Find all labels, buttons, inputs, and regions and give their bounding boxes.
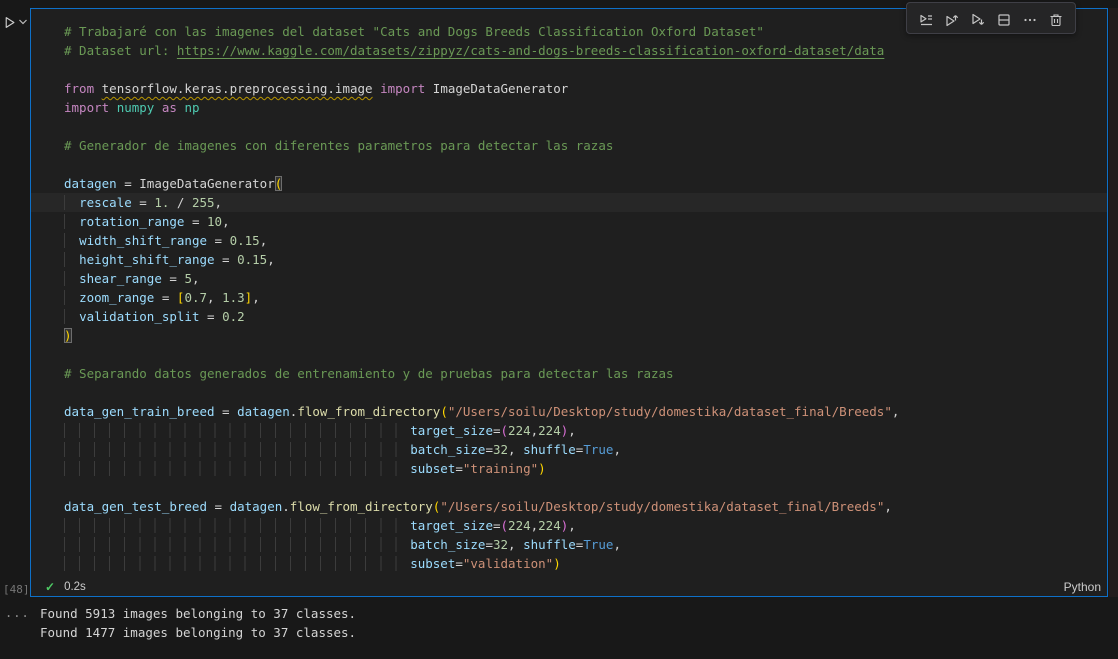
code-line[interactable]: target_size=(224,224), xyxy=(31,421,1107,440)
code-line[interactable] xyxy=(31,345,1107,364)
code-line[interactable]: subset="validation") xyxy=(31,554,1107,573)
code-line[interactable]: rotation_range = 10, xyxy=(31,212,1107,231)
output-collapse-button[interactable]: ... xyxy=(5,606,30,620)
code-line[interactable]: batch_size=32, shuffle=True, xyxy=(31,535,1107,554)
code-line[interactable]: subset="training") xyxy=(31,459,1107,478)
code-line[interactable]: validation_split = 0.2 xyxy=(31,307,1107,326)
output-lines: Found 5913 images belonging to 37 classe… xyxy=(40,604,356,642)
notebook-editor: # Trabajaré con las imagenes del dataset… xyxy=(0,0,1118,659)
output-line: Found 5913 images belonging to 37 classe… xyxy=(40,604,356,623)
cell-status-bar: ✓ 0.2s Python xyxy=(31,578,1107,596)
code-line[interactable]: # Dataset url: https://www.kaggle.com/da… xyxy=(31,41,1107,60)
code-lines: # Trabajaré con las imagenes del dataset… xyxy=(31,22,1107,573)
execution-duration: 0.2s xyxy=(64,581,86,593)
check-icon: ✓ xyxy=(45,580,55,594)
output-line: Found 1477 images belonging to 37 classe… xyxy=(40,623,356,642)
execution-count: [48] xyxy=(3,583,30,596)
scrollbar[interactable] xyxy=(1109,8,1118,597)
code-line[interactable]: data_gen_test_breed = datagen.flow_from_… xyxy=(31,497,1107,516)
code-line[interactable]: from tensorflow.keras.preprocessing.imag… xyxy=(31,79,1107,98)
code-line[interactable]: import numpy as np xyxy=(31,98,1107,117)
code-line[interactable]: width_shift_range = 0.15, xyxy=(31,231,1107,250)
code-line[interactable]: # Trabajaré con las imagenes del dataset… xyxy=(31,22,1107,41)
code-line[interactable] xyxy=(31,60,1107,79)
code-line[interactable]: rescale = 1. / 255, xyxy=(31,193,1107,212)
code-line[interactable]: # Separando datos generados de entrenami… xyxy=(31,364,1107,383)
code-line[interactable] xyxy=(31,383,1107,402)
code-line[interactable]: batch_size=32, shuffle=True, xyxy=(31,440,1107,459)
code-line[interactable]: # Generador de imagenes con diferentes p… xyxy=(31,136,1107,155)
code-line[interactable]: shear_range = 5, xyxy=(31,269,1107,288)
chevron-down-icon[interactable] xyxy=(18,17,28,27)
code-line[interactable]: target_size=(224,224), xyxy=(31,516,1107,535)
run-cell-play-icon xyxy=(2,15,17,30)
code-line[interactable] xyxy=(31,117,1107,136)
code-line[interactable]: ) xyxy=(31,326,1107,345)
notebook-cell: # Trabajaré con las imagenes del dataset… xyxy=(30,8,1108,597)
code-line[interactable]: height_shift_range = 0.15, xyxy=(31,250,1107,269)
code-editor[interactable]: # Trabajaré con las imagenes del dataset… xyxy=(31,9,1107,578)
language-picker[interactable]: Python xyxy=(1064,580,1101,594)
code-line[interactable] xyxy=(31,478,1107,497)
code-line[interactable] xyxy=(31,155,1107,174)
code-line[interactable]: datagen = ImageDataGenerator( xyxy=(31,174,1107,193)
code-line[interactable]: data_gen_train_breed = datagen.flow_from… xyxy=(31,402,1107,421)
run-cell-button[interactable] xyxy=(2,12,30,32)
code-line[interactable]: zoom_range = [0.7, 1.3], xyxy=(31,288,1107,307)
